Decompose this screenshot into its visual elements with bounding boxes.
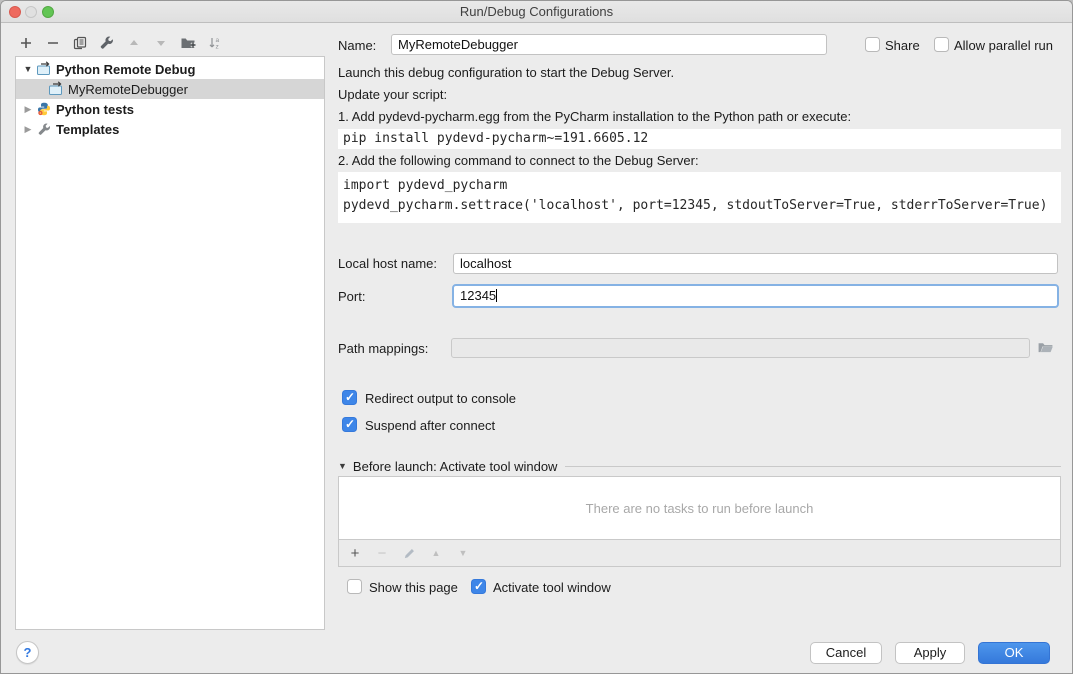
window-title: Run/Debug Configurations [1, 4, 1072, 19]
before-launch-panel: There are no tasks to run before launch … [338, 476, 1061, 567]
instruction-line-2: Update your script: [338, 87, 447, 103]
allow-parallel-run-checkbox[interactable] [934, 37, 949, 52]
sort-configurations-button[interactable]: az [204, 32, 226, 54]
share-checkbox[interactable] [865, 37, 880, 52]
remote-debug-icon [36, 61, 52, 77]
titlebar: Run/Debug Configurations [1, 1, 1072, 23]
code-settrace-line: pydevd_pycharm.settrace('localhost', por… [343, 198, 1047, 213]
edit-templates-button[interactable] [96, 32, 118, 54]
before-launch-header[interactable]: ▼ Before launch: Activate tool window [338, 458, 1061, 474]
allow-parallel-run-label[interactable]: Allow parallel run [954, 38, 1053, 54]
tree-item-label: MyRemoteDebugger [68, 82, 188, 97]
add-task-button[interactable]: + [347, 545, 363, 561]
copy-icon [73, 36, 87, 50]
redirect-output-label[interactable]: Redirect output to console [365, 391, 516, 407]
suspend-after-connect-label[interactable]: Suspend after connect [365, 418, 495, 434]
redirect-output-checkbox[interactable] [342, 390, 357, 405]
down-arrow-icon [154, 36, 168, 50]
edit-task-button [401, 545, 417, 561]
configurations-tree: ▼ Python Remote Debug MyRemoteDebugger ▶… [15, 56, 325, 630]
help-button[interactable]: ? [16, 641, 39, 664]
new-folder-button[interactable] [177, 32, 199, 54]
show-this-page-checkbox[interactable] [347, 579, 362, 594]
collapse-arrow-icon[interactable]: ▼ [22, 64, 34, 74]
before-launch-title: Before launch: Activate tool window [353, 459, 558, 474]
path-mappings-label: Path mappings: [338, 341, 428, 357]
run-debug-configurations-dialog: Run/Debug Configurations az ▼ [0, 0, 1073, 674]
sort-az-icon: az [208, 36, 222, 50]
before-launch-toolbar: + − ▲ ▼ [339, 540, 1060, 566]
pencil-icon [403, 547, 416, 560]
port-label: Port: [338, 289, 365, 305]
instruction-step-2: 2. Add the following command to connect … [338, 153, 699, 169]
remove-configuration-button[interactable] [42, 32, 64, 54]
minus-icon: − [378, 545, 387, 562]
move-up-button [123, 32, 145, 54]
expand-arrow-icon[interactable]: ▶ [22, 124, 34, 135]
show-this-page-label[interactable]: Show this page [369, 580, 458, 596]
tree-item-label: Templates [56, 122, 119, 137]
question-mark-icon: ? [24, 645, 32, 660]
tree-item-python-remote-debug[interactable]: ▼ Python Remote Debug [16, 59, 324, 79]
local-host-name-input[interactable]: localhost [453, 253, 1058, 274]
tree-toolbar: az [15, 31, 226, 55]
tree-item-label: Python Remote Debug [56, 62, 195, 77]
pip-install-code: pip install pydevd-pycharm~=191.6605.12 [338, 129, 1061, 149]
svg-text:z: z [216, 44, 219, 51]
instruction-step-1: 1. Add pydevd-pycharm.egg from the PyCha… [338, 109, 851, 125]
header-rule [565, 466, 1061, 467]
move-task-down-button: ▼ [455, 545, 471, 561]
remove-task-button: − [374, 545, 390, 561]
plus-icon [19, 36, 33, 50]
text-caret [496, 289, 497, 302]
suspend-after-connect-checkbox[interactable] [342, 417, 357, 432]
apply-button[interactable]: Apply [895, 642, 965, 664]
name-label: Name: [338, 38, 376, 54]
down-arrow-icon: ▼ [459, 548, 468, 558]
ok-button[interactable]: OK [978, 642, 1050, 664]
expand-arrow-icon[interactable]: ▶ [22, 104, 34, 115]
local-host-name-label: Local host name: [338, 256, 437, 272]
open-folder-icon [1037, 340, 1054, 355]
cancel-button[interactable]: Cancel [810, 642, 882, 664]
share-label[interactable]: Share [885, 38, 920, 54]
before-launch-empty-text: There are no tasks to run before launch [339, 477, 1060, 540]
tree-item-templates[interactable]: ▶ Templates [16, 119, 324, 139]
settrace-code-block: import pydevd_pycharm pydevd_pycharm.sett… [338, 172, 1061, 223]
wrench-icon [36, 121, 52, 137]
tree-item-myremotedebugger[interactable]: MyRemoteDebugger [16, 79, 324, 99]
tree-item-label: Python tests [56, 102, 134, 117]
add-configuration-button[interactable] [15, 32, 37, 54]
tree-item-python-tests[interactable]: ▶ Python tests [16, 99, 324, 119]
activate-tool-window-label[interactable]: Activate tool window [493, 580, 611, 596]
wrench-icon [100, 36, 114, 50]
collapse-arrow-icon: ▼ [338, 461, 347, 471]
code-import-line: import pydevd_pycharm [343, 178, 507, 193]
port-input[interactable]: 12345 [452, 284, 1059, 308]
minus-icon [46, 36, 60, 50]
browse-path-mappings-button[interactable] [1037, 340, 1054, 355]
move-down-button [150, 32, 172, 54]
copy-configuration-button[interactable] [69, 32, 91, 54]
move-task-up-button: ▲ [428, 545, 444, 561]
path-mappings-input[interactable] [451, 338, 1030, 358]
up-arrow-icon [127, 36, 141, 50]
activate-tool-window-checkbox[interactable] [471, 579, 486, 594]
remote-debug-icon [48, 81, 64, 97]
plus-icon: + [351, 545, 360, 562]
folder-plus-icon [180, 36, 196, 50]
instruction-line-1: Launch this debug configuration to start… [338, 65, 674, 81]
up-arrow-icon: ▲ [432, 548, 441, 558]
python-tests-icon [36, 101, 52, 117]
name-input[interactable]: MyRemoteDebugger [391, 34, 827, 55]
